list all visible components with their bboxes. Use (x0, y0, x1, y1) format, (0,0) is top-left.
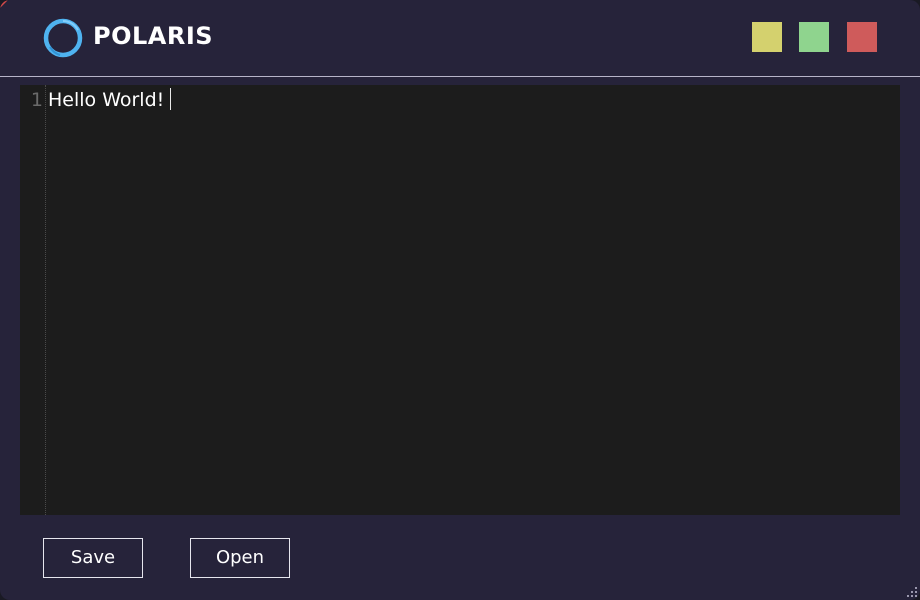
app-window: POLARIS 1 Hello World! Save Open (0, 0, 920, 600)
title-bar[interactable]: POLARIS (0, 0, 920, 77)
save-button[interactable]: Save (43, 538, 143, 578)
editor-line-text[interactable]: Hello World! (48, 89, 164, 111)
ring-logo-icon (43, 18, 83, 58)
editor-line[interactable]: Hello World! (48, 88, 172, 112)
green-window-button[interactable] (799, 22, 829, 52)
line-number: 1 (30, 89, 43, 111)
code-editor[interactable]: 1 Hello World! (20, 85, 900, 515)
app-title: POLARIS (93, 22, 214, 50)
red-window-button[interactable] (847, 22, 877, 52)
resize-grip-icon[interactable] (907, 587, 917, 597)
line-number-gutter: 1 (20, 85, 46, 515)
open-button[interactable]: Open (190, 538, 290, 578)
yellow-window-button[interactable] (752, 22, 782, 52)
text-cursor (170, 88, 172, 110)
